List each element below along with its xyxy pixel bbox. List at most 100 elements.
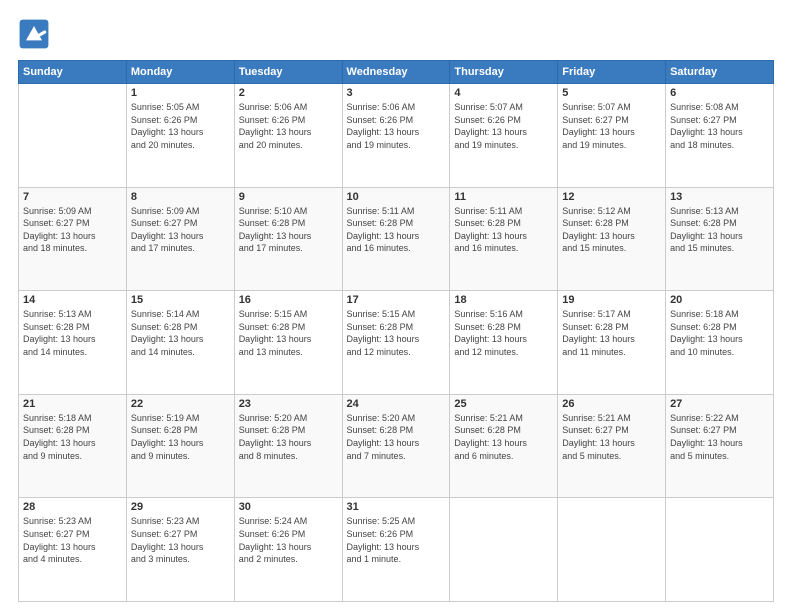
day-number: 27 xyxy=(670,398,769,410)
calendar-cell: 9 Sunrise: 5:10 AM Sunset: 6:28 PM Daylig… xyxy=(234,187,342,291)
logo-icon xyxy=(18,18,50,50)
day-info: Sunrise: 5:05 AM Sunset: 6:26 PM Dayligh… xyxy=(131,101,230,151)
col-header-sunday: Sunday xyxy=(19,61,127,84)
day-info: Sunrise: 5:15 AM Sunset: 6:28 PM Dayligh… xyxy=(239,308,338,358)
col-header-saturday: Saturday xyxy=(666,61,774,84)
logo xyxy=(18,18,54,50)
day-info: Sunrise: 5:21 AM Sunset: 6:28 PM Dayligh… xyxy=(454,412,553,462)
day-number: 16 xyxy=(239,294,338,306)
day-info: Sunrise: 5:07 AM Sunset: 6:27 PM Dayligh… xyxy=(562,101,661,151)
calendar-cell xyxy=(19,84,127,188)
day-number: 26 xyxy=(562,398,661,410)
day-info: Sunrise: 5:24 AM Sunset: 6:26 PM Dayligh… xyxy=(239,515,338,565)
day-number: 9 xyxy=(239,191,338,203)
calendar-cell: 24 Sunrise: 5:20 AM Sunset: 6:28 PM Dayli… xyxy=(342,394,450,498)
day-info: Sunrise: 5:08 AM Sunset: 6:27 PM Dayligh… xyxy=(670,101,769,151)
calendar-cell: 27Sunrise: 5:22 AM Sunset: 6:27 PM Dayli… xyxy=(666,394,774,498)
day-info: Sunrise: 5:11 AM Sunset: 6:28 PM Dayligh… xyxy=(454,205,553,255)
calendar-cell: 2Sunrise: 5:06 AM Sunset: 6:26 PM Daylig… xyxy=(234,84,342,188)
calendar-cell: 6 Sunrise: 5:08 AM Sunset: 6:27 PM Daylig… xyxy=(666,84,774,188)
day-number: 20 xyxy=(670,294,769,306)
day-info: Sunrise: 5:21 AM Sunset: 6:27 PM Dayligh… xyxy=(562,412,661,462)
day-number: 13 xyxy=(670,191,769,203)
day-number: 22 xyxy=(131,398,230,410)
calendar-cell: 10 Sunrise: 5:11 AM Sunset: 6:28 PM Dayli… xyxy=(342,187,450,291)
day-number: 24 xyxy=(347,398,446,410)
calendar-cell xyxy=(666,498,774,602)
calendar-cell: 17 Sunrise: 5:15 AM Sunset: 6:28 PM Dayli… xyxy=(342,291,450,395)
day-number: 21 xyxy=(23,398,122,410)
day-info: Sunrise: 5:14 AM Sunset: 6:28 PM Dayligh… xyxy=(131,308,230,358)
calendar-cell: 14 Sunrise: 5:13 AM Sunset: 6:28 PM Dayli… xyxy=(19,291,127,395)
calendar-cell xyxy=(558,498,666,602)
day-info: Sunrise: 5:18 AM Sunset: 6:28 PM Dayligh… xyxy=(23,412,122,462)
days-header-row: SundayMondayTuesdayWednesdayThursdayFrid… xyxy=(19,61,774,84)
calendar-cell: 4 Sunrise: 5:07 AM Sunset: 6:26 PM Daylig… xyxy=(450,84,558,188)
day-info: Sunrise: 5:13 AM Sunset: 6:28 PM Dayligh… xyxy=(670,205,769,255)
header xyxy=(18,18,774,50)
day-info: Sunrise: 5:16 AM Sunset: 6:28 PM Dayligh… xyxy=(454,308,553,358)
day-number: 14 xyxy=(23,294,122,306)
day-number: 31 xyxy=(347,501,446,513)
calendar-cell: 13 Sunrise: 5:13 AM Sunset: 6:28 PM Dayli… xyxy=(666,187,774,291)
day-number: 23 xyxy=(239,398,338,410)
calendar-cell: 7Sunrise: 5:09 AM Sunset: 6:27 PM Daylig… xyxy=(19,187,127,291)
day-number: 10 xyxy=(347,191,446,203)
day-number: 6 xyxy=(670,87,769,99)
calendar-cell: 8 Sunrise: 5:09 AM Sunset: 6:27 PM Daylig… xyxy=(126,187,234,291)
day-info: Sunrise: 5:15 AM Sunset: 6:28 PM Dayligh… xyxy=(347,308,446,358)
day-info: Sunrise: 5:23 AM Sunset: 6:27 PM Dayligh… xyxy=(131,515,230,565)
day-info: Sunrise: 5:25 AM Sunset: 6:26 PM Dayligh… xyxy=(347,515,446,565)
day-info: Sunrise: 5:12 AM Sunset: 6:28 PM Dayligh… xyxy=(562,205,661,255)
week-row-3: 14 Sunrise: 5:13 AM Sunset: 6:28 PM Dayli… xyxy=(19,291,774,395)
calendar-cell: 25 Sunrise: 5:21 AM Sunset: 6:28 PM Dayli… xyxy=(450,394,558,498)
calendar-cell: 30Sunrise: 5:24 AM Sunset: 6:26 PM Dayli… xyxy=(234,498,342,602)
day-number: 5 xyxy=(562,87,661,99)
day-info: Sunrise: 5:06 AM Sunset: 6:26 PM Dayligh… xyxy=(239,101,338,151)
day-info: Sunrise: 5:11 AM Sunset: 6:28 PM Dayligh… xyxy=(347,205,446,255)
calendar-cell: 26 Sunrise: 5:21 AM Sunset: 6:27 PM Dayli… xyxy=(558,394,666,498)
day-number: 18 xyxy=(454,294,553,306)
day-number: 25 xyxy=(454,398,553,410)
day-number: 7 xyxy=(23,191,122,203)
day-number: 4 xyxy=(454,87,553,99)
day-info: Sunrise: 5:09 AM Sunset: 6:27 PM Dayligh… xyxy=(131,205,230,255)
day-number: 1 xyxy=(131,87,230,99)
day-number: 29 xyxy=(131,501,230,513)
col-header-wednesday: Wednesday xyxy=(342,61,450,84)
week-row-4: 21 Sunrise: 5:18 AM Sunset: 6:28 PM Dayli… xyxy=(19,394,774,498)
calendar-cell: 18 Sunrise: 5:16 AM Sunset: 6:28 PM Dayli… xyxy=(450,291,558,395)
col-header-monday: Monday xyxy=(126,61,234,84)
calendar-table: SundayMondayTuesdayWednesdayThursdayFrid… xyxy=(18,60,774,602)
day-number: 3 xyxy=(347,87,446,99)
day-number: 8 xyxy=(131,191,230,203)
day-number: 28 xyxy=(23,501,122,513)
calendar-cell: 20Sunrise: 5:18 AM Sunset: 6:28 PM Dayli… xyxy=(666,291,774,395)
calendar-cell: 3 Sunrise: 5:06 AM Sunset: 6:26 PM Daylig… xyxy=(342,84,450,188)
day-number: 19 xyxy=(562,294,661,306)
calendar-cell: 22 Sunrise: 5:19 AM Sunset: 6:28 PM Dayli… xyxy=(126,394,234,498)
calendar-cell: 5 Sunrise: 5:07 AM Sunset: 6:27 PM Daylig… xyxy=(558,84,666,188)
calendar-cell: 12 Sunrise: 5:12 AM Sunset: 6:28 PM Dayli… xyxy=(558,187,666,291)
day-info: Sunrise: 5:19 AM Sunset: 6:28 PM Dayligh… xyxy=(131,412,230,462)
day-info: Sunrise: 5:20 AM Sunset: 6:28 PM Dayligh… xyxy=(347,412,446,462)
day-info: Sunrise: 5:10 AM Sunset: 6:28 PM Dayligh… xyxy=(239,205,338,255)
day-info: Sunrise: 5:06 AM Sunset: 6:26 PM Dayligh… xyxy=(347,101,446,151)
calendar-cell: 21 Sunrise: 5:18 AM Sunset: 6:28 PM Dayli… xyxy=(19,394,127,498)
calendar-cell: 16 Sunrise: 5:15 AM Sunset: 6:28 PM Dayli… xyxy=(234,291,342,395)
calendar-cell: 23Sunrise: 5:20 AM Sunset: 6:28 PM Dayli… xyxy=(234,394,342,498)
calendar-cell: 11Sunrise: 5:11 AM Sunset: 6:28 PM Dayli… xyxy=(450,187,558,291)
col-header-thursday: Thursday xyxy=(450,61,558,84)
col-header-friday: Friday xyxy=(558,61,666,84)
day-number: 15 xyxy=(131,294,230,306)
week-row-5: 28 Sunrise: 5:23 AM Sunset: 6:27 PM Dayli… xyxy=(19,498,774,602)
day-info: Sunrise: 5:13 AM Sunset: 6:28 PM Dayligh… xyxy=(23,308,122,358)
page: SundayMondayTuesdayWednesdayThursdayFrid… xyxy=(0,0,792,612)
col-header-tuesday: Tuesday xyxy=(234,61,342,84)
calendar-cell xyxy=(450,498,558,602)
day-number: 17 xyxy=(347,294,446,306)
calendar-cell: 1 Sunrise: 5:05 AM Sunset: 6:26 PM Daylig… xyxy=(126,84,234,188)
calendar-cell: 19Sunrise: 5:17 AM Sunset: 6:28 PM Dayli… xyxy=(558,291,666,395)
day-number: 12 xyxy=(562,191,661,203)
day-info: Sunrise: 5:07 AM Sunset: 6:26 PM Dayligh… xyxy=(454,101,553,151)
